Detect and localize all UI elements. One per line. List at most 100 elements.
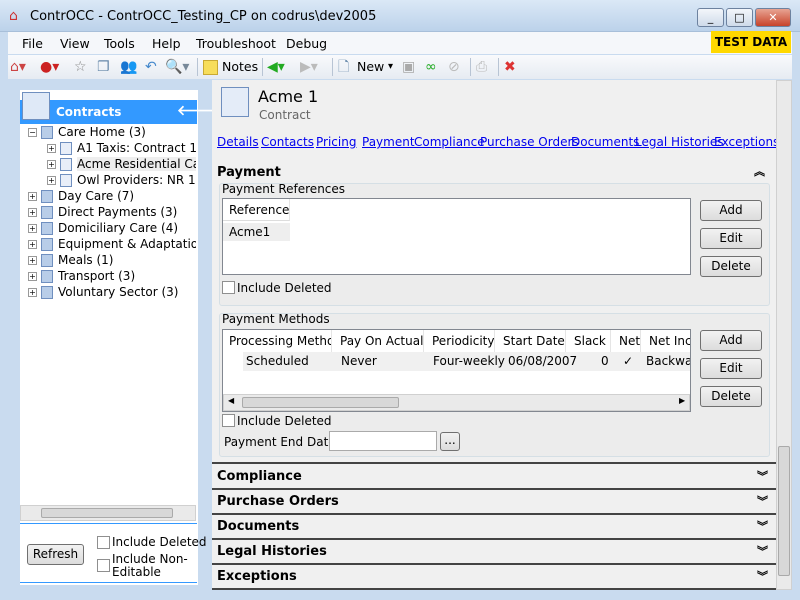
column-header-processing-method[interactable]: Processing Method — [223, 330, 332, 352]
methods-include-deleted-checkbox[interactable] — [222, 414, 235, 427]
methods-horizontal-scrollbar[interactable]: ◀ ▶ — [223, 394, 690, 411]
tree-node-contract[interactable]: + Owl Providers: NR 1 — [28, 173, 196, 189]
link-compliance[interactable]: Compliance — [414, 135, 485, 149]
link-icon[interactable]: ∞ — [425, 58, 437, 76]
back-icon[interactable]: ◀▾ — [267, 58, 285, 76]
refresh-button[interactable]: Refresh — [27, 544, 84, 565]
tree-node-direct-payments[interactable]: + Direct Payments (3) — [28, 205, 196, 221]
new-button[interactable]: New — [357, 58, 384, 76]
section-documents[interactable]: Documents ︾ — [212, 515, 776, 540]
car-icon[interactable]: ●▾ — [40, 58, 59, 76]
link-documents[interactable]: Documents — [571, 135, 639, 149]
methods-add-button[interactable]: Add — [700, 330, 762, 351]
column-header-periodicity[interactable]: Periodicity — [426, 330, 495, 352]
scroll-left-icon[interactable]: ◀ — [228, 396, 234, 405]
tree-node-equipment[interactable]: + Equipment & Adaptations (2 — [28, 237, 196, 253]
tree-node-contract-selected[interactable]: + Acme Residential Care: A — [28, 157, 196, 173]
tree-node-voluntary-sector[interactable]: + Voluntary Sector (3) — [28, 285, 196, 301]
search-icon[interactable]: 🔍▾ — [165, 58, 189, 76]
refs-edit-button[interactable]: Edit — [700, 228, 762, 249]
reference-cell[interactable]: Acme1 — [223, 223, 290, 241]
link-contacts[interactable]: Contacts — [261, 135, 314, 149]
expand-icon[interactable]: + — [28, 192, 37, 201]
tree-node-day-care[interactable]: + Day Care (7) — [28, 189, 196, 205]
copy-icon[interactable]: ❐ — [97, 58, 110, 76]
maximize-button[interactable]: □ — [726, 8, 753, 27]
sidebar-horizontal-scrollbar[interactable] — [20, 505, 196, 521]
column-header-net[interactable]: Net — [613, 330, 641, 352]
tree-node-transport[interactable]: + Transport (3) — [28, 269, 196, 285]
save-icon[interactable]: ▣ — [402, 58, 415, 76]
column-header-net-income[interactable]: Net Inco — [643, 330, 690, 352]
scrollbar-thumb[interactable] — [41, 508, 173, 518]
close-button[interactable]: ✕ — [755, 8, 791, 27]
undo-icon[interactable]: ↶ — [145, 58, 157, 76]
menu-troubleshoot[interactable]: Troubleshoot — [196, 36, 276, 51]
expand-icon[interactable]: + — [47, 176, 56, 185]
new-document-icon[interactable]: 🗋 — [338, 58, 349, 76]
expand-section-icon[interactable]: ︾ — [757, 465, 768, 489]
collapse-icon[interactable]: − — [28, 128, 37, 137]
scroll-right-icon[interactable]: ▶ — [679, 396, 685, 405]
notes-button[interactable]: Notes — [222, 58, 258, 76]
favourite-star-icon[interactable]: ☆ — [74, 58, 87, 76]
expand-icon[interactable]: + — [28, 272, 37, 281]
payment-end-date-input[interactable] — [329, 431, 437, 451]
expand-icon[interactable]: + — [28, 224, 37, 233]
expand-icon[interactable]: + — [28, 240, 37, 249]
date-picker-button[interactable]: ... — [440, 432, 460, 451]
link-payment[interactable]: Payment — [362, 135, 415, 149]
expand-section-icon[interactable]: ︾ — [757, 490, 768, 514]
table-row[interactable]: Scheduled Never Four-weekly 06/08/2007 0… — [243, 352, 690, 371]
link-purchase-orders[interactable]: Purchase Orders — [480, 135, 579, 149]
include-non-editable-checkbox[interactable] — [97, 559, 110, 572]
expand-section-icon[interactable]: ︾ — [757, 515, 768, 539]
menu-view[interactable]: View — [60, 36, 90, 51]
refs-delete-button[interactable]: Delete — [700, 256, 762, 277]
link-legal-histories[interactable]: Legal Histories — [635, 135, 724, 149]
home-icon[interactable]: ⌂▾ — [10, 58, 26, 76]
section-compliance[interactable]: Compliance ︾ — [212, 465, 776, 490]
tree-node-meals[interactable]: + Meals (1) — [28, 253, 196, 269]
unlink-icon[interactable]: ⊘ — [448, 58, 460, 76]
print-icon[interactable]: ⎙ — [476, 58, 487, 76]
menu-help[interactable]: Help — [152, 36, 181, 51]
refs-add-button[interactable]: Add — [700, 200, 762, 221]
section-purchase-orders[interactable]: Purchase Orders ︾ — [212, 490, 776, 515]
section-exceptions[interactable]: Exceptions ︾ — [212, 565, 776, 590]
column-header-slack[interactable]: Slack — [568, 330, 611, 352]
include-deleted-checkbox[interactable] — [97, 536, 110, 549]
new-dropdown-icon[interactable]: ▾ — [388, 58, 393, 76]
column-header-reference[interactable]: Reference — [223, 199, 290, 221]
expand-icon[interactable]: + — [47, 160, 56, 169]
expand-section-icon[interactable]: ︾ — [757, 540, 768, 564]
expand-section-icon[interactable]: ︾ — [757, 565, 768, 589]
scrollbar-thumb[interactable] — [242, 397, 399, 408]
delete-icon[interactable]: ✖ — [504, 58, 516, 76]
link-pricing[interactable]: Pricing — [316, 135, 356, 149]
expand-icon[interactable]: + — [47, 144, 56, 153]
menu-file[interactable]: File — [22, 36, 43, 51]
section-legal-histories[interactable]: Legal Histories ︾ — [212, 540, 776, 565]
tree-node-care-home[interactable]: − Care Home (3) — [28, 125, 196, 141]
refs-include-deleted-checkbox[interactable] — [222, 281, 235, 294]
methods-delete-button[interactable]: Delete — [700, 386, 762, 407]
menu-debug[interactable]: Debug — [286, 36, 327, 51]
expand-icon[interactable]: + — [28, 208, 37, 217]
link-exceptions[interactable]: Exceptions — [714, 135, 779, 149]
collapse-section-icon[interactable]: ︽ — [754, 163, 765, 179]
column-header-pay-on-actuals[interactable]: Pay On Actuals — [334, 330, 424, 352]
column-header-start-date[interactable]: Start Date — [497, 330, 566, 352]
main-vertical-scrollbar[interactable] — [776, 80, 792, 590]
expand-icon[interactable]: + — [28, 288, 37, 297]
scrollbar-thumb[interactable] — [778, 446, 790, 576]
methods-edit-button[interactable]: Edit — [700, 358, 762, 379]
forward-icon[interactable]: ▶▾ — [300, 58, 318, 76]
collapse-arrow-icon[interactable]: 🡐 — [177, 102, 215, 119]
notes-icon[interactable] — [203, 60, 218, 75]
link-details[interactable]: Details — [217, 135, 259, 149]
tree-node-domiciliary-care[interactable]: + Domiciliary Care (4) — [28, 221, 196, 237]
expand-icon[interactable]: + — [28, 256, 37, 265]
people-icon[interactable]: 👥 — [120, 58, 137, 76]
tree-node-contract[interactable]: + A1 Taxis: Contract 1 — [28, 141, 196, 157]
